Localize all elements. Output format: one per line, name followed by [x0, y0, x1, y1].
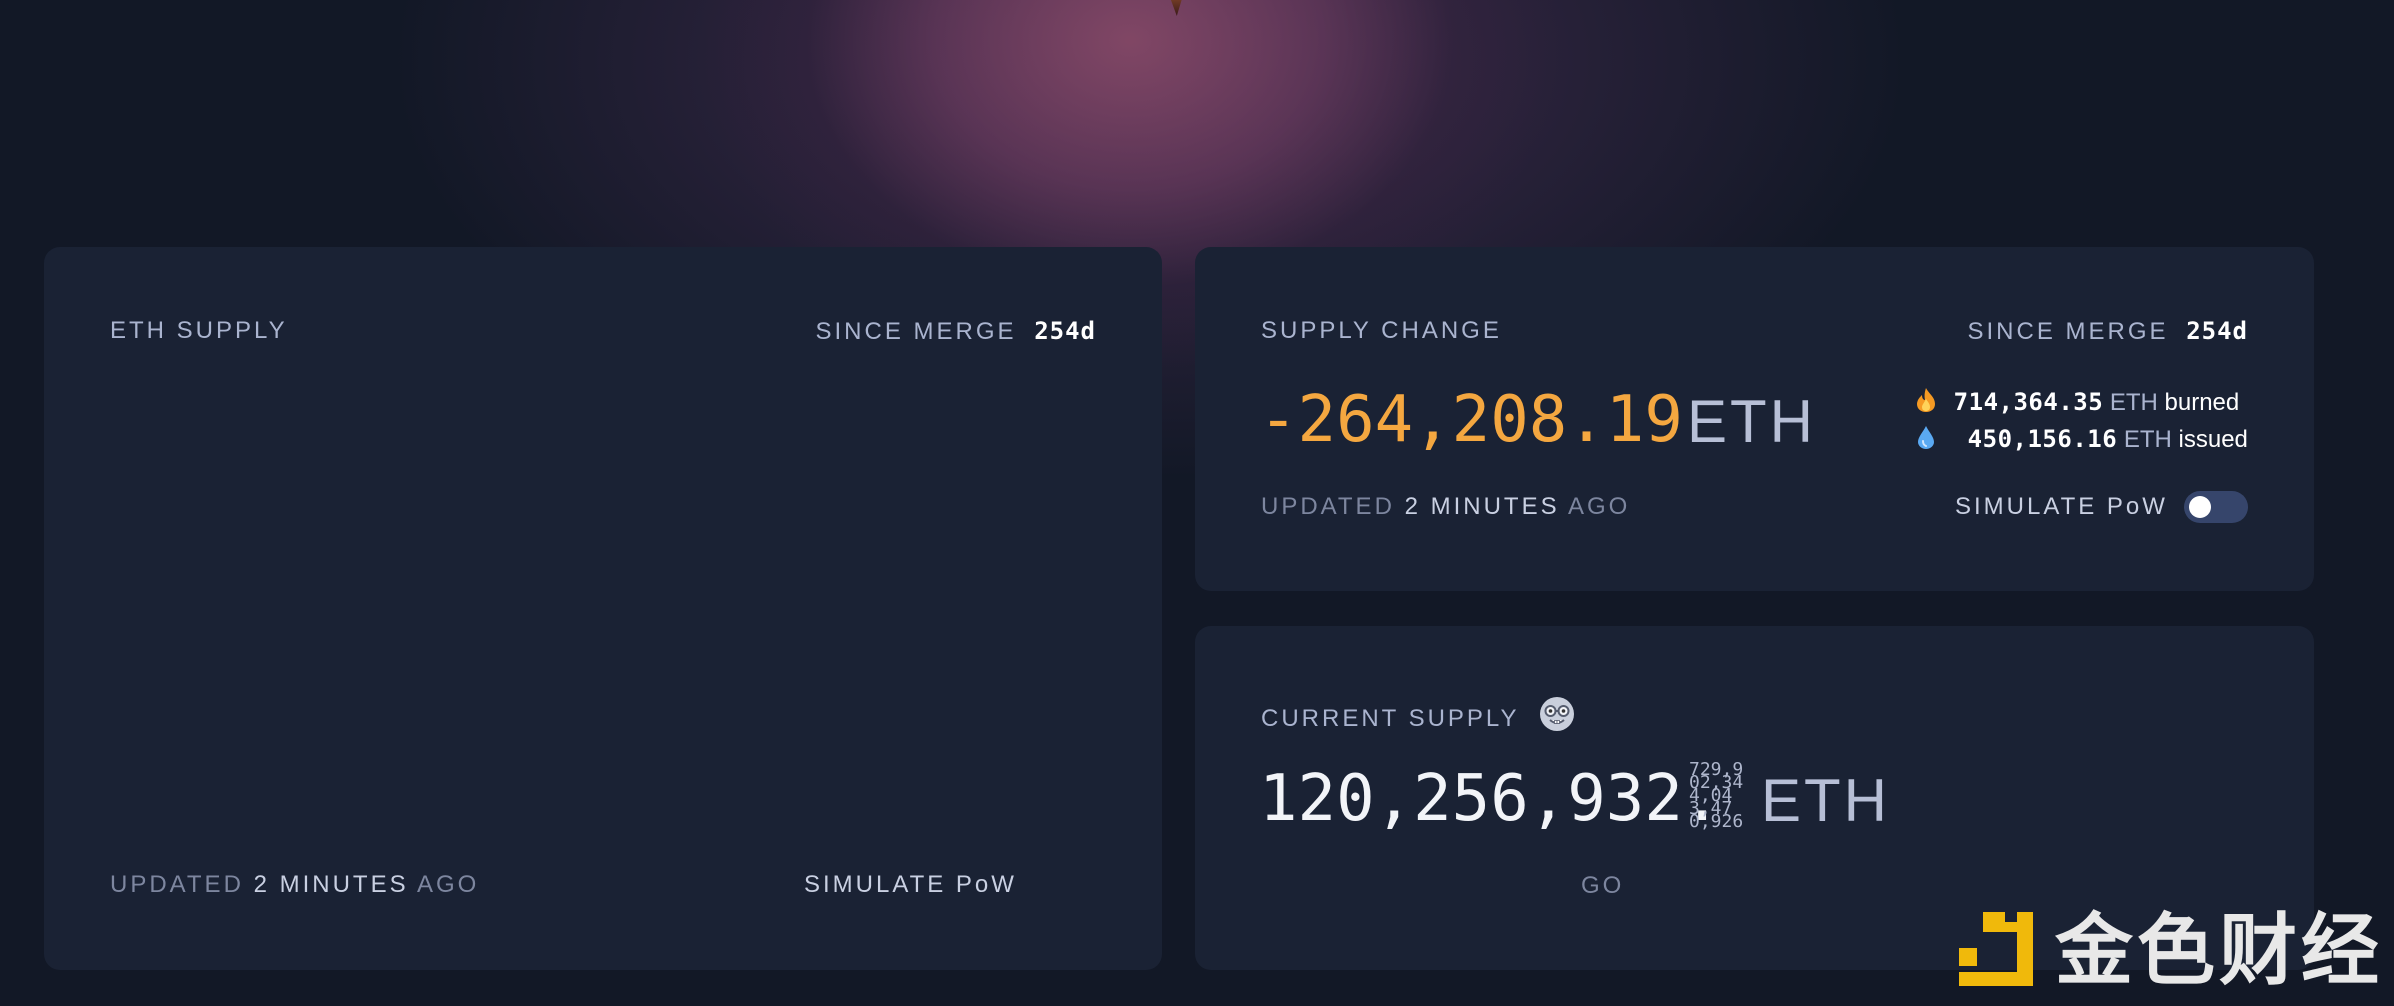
burned-value: 714,364.35 [1953, 387, 2104, 416]
burned-unit: ETH [2109, 388, 2158, 416]
since-merge-label: SINCE MERGE 254d [816, 317, 1097, 346]
burned-label: burned [2164, 388, 2240, 416]
fire-icon [1915, 387, 1937, 420]
updated-suffix: AGO [1567, 493, 1631, 520]
page: ETH SUPPLY SINCE MERGE 254d UPDATED 2 MI… [0, 0, 2394, 1006]
simulate-pow-label: SIMULATE PoW [1955, 493, 2168, 520]
nerd-face-icon [1539, 696, 1575, 739]
updated-num: 2 [253, 871, 270, 898]
issued-row: 450,156.16 ETH issued [1915, 424, 2248, 457]
current-supply-rolling-digits: 729,9 02,34 4,04 3,47 0,926 [1689, 759, 1744, 832]
burned-row: 714,364.35 ETH burned [1915, 387, 2239, 420]
supply-change-unit: ETH [1687, 388, 1816, 455]
simulate-pow-toggle[interactable] [2184, 491, 2248, 523]
issued-value: 450,156.16 [1967, 424, 2118, 453]
issued-label: issued [2178, 425, 2248, 453]
simulate-pow-label[interactable]: SIMULATE PoW [804, 871, 1017, 899]
eth-supply-title: ETH SUPPLY [110, 317, 288, 344]
watermark-text: 金色财经 [2055, 906, 2384, 996]
issued-unit: ETH [2123, 425, 2172, 453]
since-merge-label: SINCE MERGE 254d [1968, 317, 2249, 346]
updated-unit: MINUTES [279, 871, 409, 898]
updated-status: UPDATED 2 MINUTES AGO [110, 871, 479, 899]
current-supply-unit: ETH [1761, 767, 1890, 834]
updated-unit: MINUTES [1430, 493, 1560, 520]
toggle-knob [2189, 496, 2211, 518]
updated-prefix: UPDATED [110, 871, 244, 898]
updated-num: 2 [1404, 493, 1421, 520]
current-supply-value: 120,256,932. [1259, 762, 1722, 836]
updated-prefix: UPDATED [1261, 493, 1395, 520]
current-supply-title: CURRENT SUPPLY [1261, 696, 1575, 739]
supply-change-card: SUPPLY CHANGE SINCE MERGE 254d -264,208.… [1195, 247, 2314, 591]
since-merge-text: SINCE MERGE [815, 318, 1017, 345]
supply-change-title: SUPPLY CHANGE [1261, 317, 1502, 344]
eth-supply-card: ETH SUPPLY SINCE MERGE 254d UPDATED 2 MI… [44, 247, 1162, 970]
since-merge-text: SINCE MERGE [1967, 318, 2169, 345]
watermark: 金色财经 [1955, 908, 2383, 994]
droplet-icon [1915, 424, 1937, 457]
updated-status: UPDATED 2 MINUTES AGO [1261, 493, 1630, 521]
since-merge-value: 254d [1034, 317, 1096, 345]
jinse-logo-icon [1955, 908, 2037, 994]
current-supply-footer: GO [1581, 872, 1625, 899]
updated-suffix: AGO [416, 871, 480, 898]
supply-change-value: -264,208.19 [1259, 383, 1683, 457]
since-merge-value: 254d [2186, 317, 2248, 345]
header-logo-fragment [1168, 0, 1184, 16]
current-supply-title-text: CURRENT SUPPLY [1261, 705, 1520, 732]
